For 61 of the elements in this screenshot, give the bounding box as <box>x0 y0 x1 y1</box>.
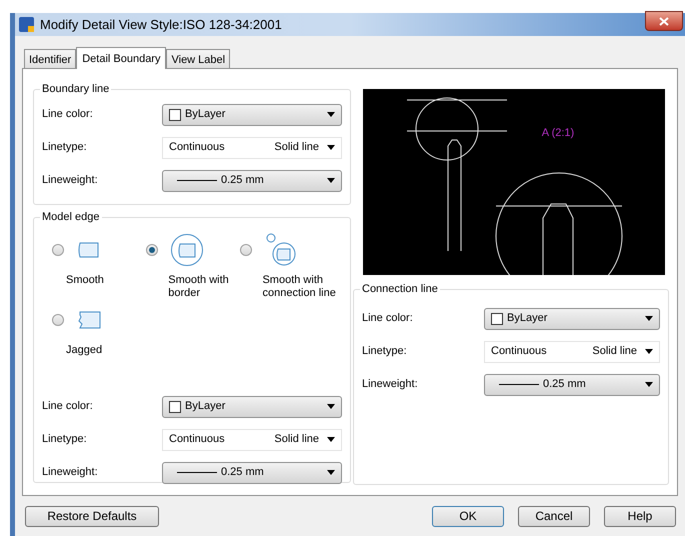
field-label: Linetype: <box>42 432 87 448</box>
option-label: Smooth with border <box>168 274 230 300</box>
radio-button[interactable] <box>52 314 64 326</box>
jagged-shape-icon <box>76 309 102 331</box>
line-sample-icon <box>177 472 217 473</box>
color-swatch-icon <box>169 108 181 120</box>
field-label: Linetype: <box>42 140 87 156</box>
radio-button[interactable] <box>240 244 252 256</box>
line-color-dropdown[interactable]: ByLayer <box>162 104 342 126</box>
dropdown-arrow-icon <box>327 437 335 442</box>
dialog-button[interactable]: Restore Defaults <box>25 506 159 526</box>
line-sample-icon <box>177 180 217 181</box>
color-swatch-icon <box>169 400 181 412</box>
linetype-description: Solid line <box>592 344 637 360</box>
close-icon[interactable] <box>645 11 683 31</box>
line-color-dropdown[interactable]: ByLayer <box>162 396 342 418</box>
dropdown-arrow-icon <box>645 316 653 321</box>
field-label: Lineweight: <box>42 465 98 480</box>
option-label: Smooth with connection line <box>262 274 337 300</box>
dropdown-arrow-icon <box>645 382 653 387</box>
field-label: Line color: <box>42 399 93 414</box>
line-sample-icon <box>499 384 539 385</box>
line-color-dropdown[interactable]: ByLayer <box>484 308 660 330</box>
app-logo-icon <box>19 17 34 32</box>
dialog-button[interactable]: OK <box>432 506 504 526</box>
lineweight-dropdown[interactable]: 0.25 mm <box>162 462 342 484</box>
shape-in-circle-icon <box>170 233 204 267</box>
field-label: Linetype: <box>362 344 407 360</box>
color-swatch-icon <box>491 312 503 324</box>
group-title: Model edge <box>40 210 102 224</box>
shape-in-circle-with-link-icon <box>264 233 298 267</box>
field-label: Line color: <box>42 107 93 122</box>
dropdown-arrow-icon <box>327 178 335 183</box>
dialog-button[interactable]: Cancel <box>518 506 590 526</box>
dropdown-arrow-icon <box>327 112 335 117</box>
linetype-dropdown[interactable]: Continuous Solid line <box>162 136 342 158</box>
radio-button[interactable] <box>52 244 64 256</box>
field-label: Lineweight: <box>42 173 98 188</box>
field-label: Line color: <box>362 311 413 326</box>
dialog-button[interactable]: Help <box>604 506 676 526</box>
linetype-description: Solid line <box>274 140 319 156</box>
linetype-dropdown[interactable]: Continuous Solid line <box>162 428 342 450</box>
lineweight-dropdown[interactable]: 0.25 mm <box>484 374 660 396</box>
dropdown-arrow-icon <box>327 404 335 409</box>
linetype-description: Solid line <box>274 432 319 448</box>
linetype-dropdown[interactable]: Continuous Solid line <box>484 340 660 362</box>
tab[interactable]: Identifier <box>24 49 76 68</box>
rounded-shape-icon <box>76 240 100 260</box>
detail-label: A (2:1) <box>542 127 574 139</box>
tab[interactable]: View Label <box>166 49 230 68</box>
option-label: Jagged <box>66 344 102 358</box>
lineweight-dropdown[interactable]: 0.25 mm <box>162 170 342 192</box>
option-label: Smooth <box>66 274 104 288</box>
dropdown-arrow-icon <box>327 470 335 475</box>
dropdown-arrow-icon <box>327 145 335 150</box>
group-title: Boundary line <box>40 82 112 96</box>
field-label: Lineweight: <box>362 377 418 392</box>
window-title: Modify Detail View Style:ISO 128-34:2001 <box>40 16 283 34</box>
tab[interactable]: Detail Boundary <box>76 47 166 69</box>
radio-button[interactable] <box>146 244 158 256</box>
dropdown-arrow-icon <box>645 349 653 354</box>
